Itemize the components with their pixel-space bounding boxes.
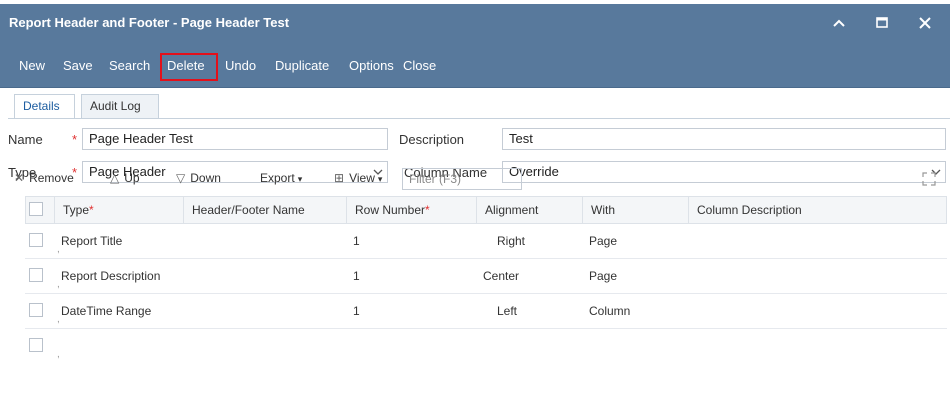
main-toolbar: New Save Search Delete Undo Duplicate Op… xyxy=(0,41,950,88)
down-label: Down xyxy=(190,171,221,185)
cell-row-number[interactable]: 1 xyxy=(345,259,360,293)
row-checkbox[interactable] xyxy=(29,303,43,317)
cell-with[interactable]: Column xyxy=(581,294,630,328)
options-button[interactable]: Options xyxy=(349,58,394,74)
up-button[interactable]: △ Up xyxy=(110,171,140,185)
delete-highlight-box xyxy=(160,53,218,81)
cell-type[interactable]: Report Description xyxy=(53,259,160,293)
cell-row-number[interactable]: 1 xyxy=(345,294,360,328)
required-icon: * xyxy=(89,203,94,217)
export-label: Export xyxy=(260,171,295,185)
col-column-description[interactable]: Column Description xyxy=(688,197,946,223)
window-titlebar: Report Header and Footer - Page Header T… xyxy=(0,4,950,41)
caret-down-icon: ▾ xyxy=(377,174,383,184)
save-button[interactable]: Save xyxy=(63,58,93,74)
remove-button[interactable]: ✕ Remove xyxy=(14,171,74,185)
col-type-label: Type xyxy=(63,203,90,217)
name-required-icon: * xyxy=(72,132,78,147)
caret-down-icon: ▾ xyxy=(297,174,303,184)
col-type[interactable]: Type* xyxy=(54,197,183,223)
cell-name[interactable] xyxy=(182,294,190,328)
new-button[interactable]: New xyxy=(19,58,45,74)
remove-label: Remove xyxy=(29,171,74,185)
col-row-number-label: Row Number xyxy=(355,203,426,217)
down-arrow-icon: ▽ xyxy=(176,171,186,185)
cell-name[interactable] xyxy=(182,259,190,293)
row-checkbox[interactable] xyxy=(29,338,43,352)
up-label: Up xyxy=(124,171,140,185)
close-icon[interactable] xyxy=(905,4,945,41)
cell-name[interactable] xyxy=(182,224,190,258)
form-content: Details Audit Log Name * Page Header Tes… xyxy=(0,88,950,411)
grid-view-icon: ⊞ xyxy=(334,171,345,185)
name-label: Name xyxy=(8,132,43,147)
row-checkbox[interactable] xyxy=(29,268,43,282)
view-button[interactable]: ⊞ View ▾ xyxy=(334,171,382,185)
close-button[interactable]: Close xyxy=(403,58,436,74)
col-alignment[interactable]: Alignment xyxy=(476,197,582,223)
table-row[interactable]: , DateTime Range 1 Left Column xyxy=(25,294,947,329)
name-field[interactable]: Page Header Test xyxy=(82,128,388,150)
cell-type[interactable]: Report Title xyxy=(53,224,122,258)
view-label: View xyxy=(349,171,375,185)
table-row[interactable]: , Report Title 1 Right Page xyxy=(25,224,947,259)
cell-description[interactable] xyxy=(687,294,695,328)
header-select-cell xyxy=(26,197,54,223)
duplicate-button[interactable]: Duplicate xyxy=(275,58,329,74)
maximize-icon[interactable] xyxy=(862,4,902,41)
col-row-number[interactable]: Row Number* xyxy=(346,197,476,223)
down-button[interactable]: ▽ Down xyxy=(176,171,221,185)
expand-icon[interactable] xyxy=(922,172,936,186)
row-marker: , xyxy=(57,349,60,360)
tab-details[interactable]: Details xyxy=(14,94,75,119)
cell-alignment[interactable]: Left xyxy=(489,294,517,328)
empty-new-row[interactable]: , xyxy=(25,329,947,364)
search-button[interactable]: Search xyxy=(109,58,150,74)
collapse-icon[interactable] xyxy=(819,4,859,41)
grid-header: Type* Header/Footer Name Row Number* Ali… xyxy=(25,196,947,224)
cell-with[interactable]: Page xyxy=(581,259,617,293)
tab-divider xyxy=(8,118,950,119)
col-header-footer-name[interactable]: Header/Footer Name xyxy=(183,197,346,223)
undo-button[interactable]: Undo xyxy=(225,58,256,74)
window-title: Report Header and Footer - Page Header T… xyxy=(9,15,290,30)
select-all-checkbox[interactable] xyxy=(29,202,43,216)
description-field[interactable]: Test xyxy=(502,128,946,150)
remove-icon: ✕ xyxy=(14,171,25,185)
cell-with[interactable]: Page xyxy=(581,224,617,258)
cell-row-number[interactable]: 1 xyxy=(345,224,360,258)
table-row[interactable]: , Report Description 1 Center Page xyxy=(25,259,947,294)
description-label: Description xyxy=(399,132,465,147)
cell-description[interactable] xyxy=(687,224,695,258)
up-arrow-icon: △ xyxy=(110,171,120,185)
tab-audit-log[interactable]: Audit Log xyxy=(81,94,159,119)
export-button[interactable]: Export ▾ xyxy=(260,171,302,185)
required-icon: * xyxy=(425,203,430,217)
grid-toolbar: ✕ Remove △ Up ▽ Down Export ▾ ⊞ View ▾ Filter … xyxy=(0,167,950,193)
cell-type[interactable]: DateTime Range xyxy=(53,294,151,328)
col-with[interactable]: With xyxy=(582,197,688,223)
cell-alignment[interactable]: Center xyxy=(475,259,519,293)
cell-alignment[interactable]: Right xyxy=(489,224,525,258)
cell-description[interactable] xyxy=(687,259,695,293)
filter-input[interactable]: Filter (F3) xyxy=(402,168,522,190)
row-checkbox[interactable] xyxy=(29,233,43,247)
